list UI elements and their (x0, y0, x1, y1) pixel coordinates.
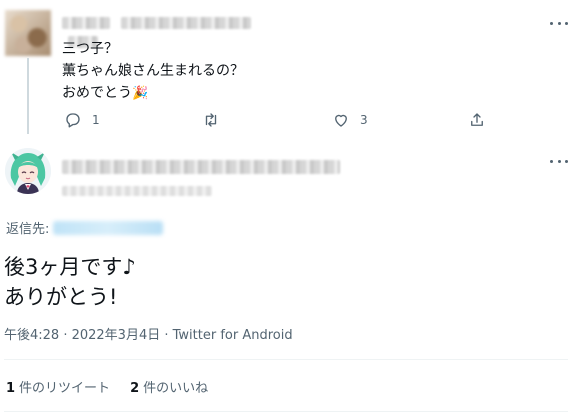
reply-to-label: 返信先: (6, 222, 50, 237)
like-button[interactable]: 3 (332, 110, 368, 130)
parent-tweet-text: 三つ子？ 薫ちゃん娘さん生まれるの？ おめでとう🎉 (62, 38, 244, 105)
parent-author-handle-blurred (121, 16, 252, 29)
reply-count: 1 (92, 113, 100, 127)
heart-icon (335, 114, 347, 127)
parent-more-icon[interactable] (550, 20, 568, 26)
retweet-icon (205, 113, 217, 127)
like-count: 3 (360, 113, 368, 127)
main-avatar[interactable] (5, 148, 51, 194)
main-text-line-2: ありがとう! (4, 285, 118, 309)
main-author-name-blurred (62, 159, 340, 174)
share-icon (471, 113, 483, 126)
retweets-label: 件のリツイート (19, 381, 111, 396)
likes-label: 件のいいね (143, 381, 209, 396)
likes-count: 2 (130, 381, 140, 396)
tweet-thread: 三つ子？ 薫ちゃん娘さん生まれるの？ おめでとう🎉 1 3 返信先: 後3ヶ月で… (0, 0, 580, 416)
reply-icon (66, 113, 80, 128)
likes-stat[interactable]: 2 件のいいね (130, 377, 208, 396)
share-button[interactable] (468, 110, 486, 130)
retweet-button[interactable] (202, 110, 230, 130)
tweet-stats: 1 件のリツイート 2 件のいいね (6, 377, 208, 396)
retweets-stat[interactable]: 1 件のリツイート (6, 377, 110, 396)
main-tweet-text: 後3ヶ月です♪ ありがとう! (4, 252, 136, 312)
reply-button[interactable]: 1 (64, 110, 100, 130)
thread-connector-line (27, 58, 29, 134)
reply-to-mention-blurred[interactable] (53, 220, 164, 235)
parent-author-header[interactable] (62, 12, 292, 48)
anime-character-avatar-icon (5, 148, 51, 194)
main-author-handle-blurred (62, 185, 212, 196)
parent-text-line-2: 薫ちゃん娘さん生まれるの？ (62, 63, 244, 79)
retweets-count: 1 (6, 381, 16, 396)
main-author-name[interactable] (62, 156, 342, 175)
reply-to-line: 返信先: (6, 218, 164, 237)
divider-bottom (4, 411, 568, 412)
parent-text-line-1: 三つ子？ (62, 41, 118, 57)
parent-action-bar: 1 3 (62, 110, 502, 130)
tweet-timestamp-source[interactable]: 午後4:28 · 2022年3月4日 · Twitter for Android (4, 324, 293, 343)
party-popper-icon: 🎉 (132, 86, 149, 101)
divider-top (4, 359, 568, 360)
parent-avatar[interactable] (5, 10, 51, 56)
main-author-handle[interactable] (62, 180, 217, 199)
main-text-line-1: 後3ヶ月です♪ (4, 255, 136, 279)
main-more-icon[interactable] (550, 158, 568, 164)
parent-author-name-blurred (62, 16, 110, 29)
parent-text-line-3: おめでとう🎉 (62, 85, 149, 101)
